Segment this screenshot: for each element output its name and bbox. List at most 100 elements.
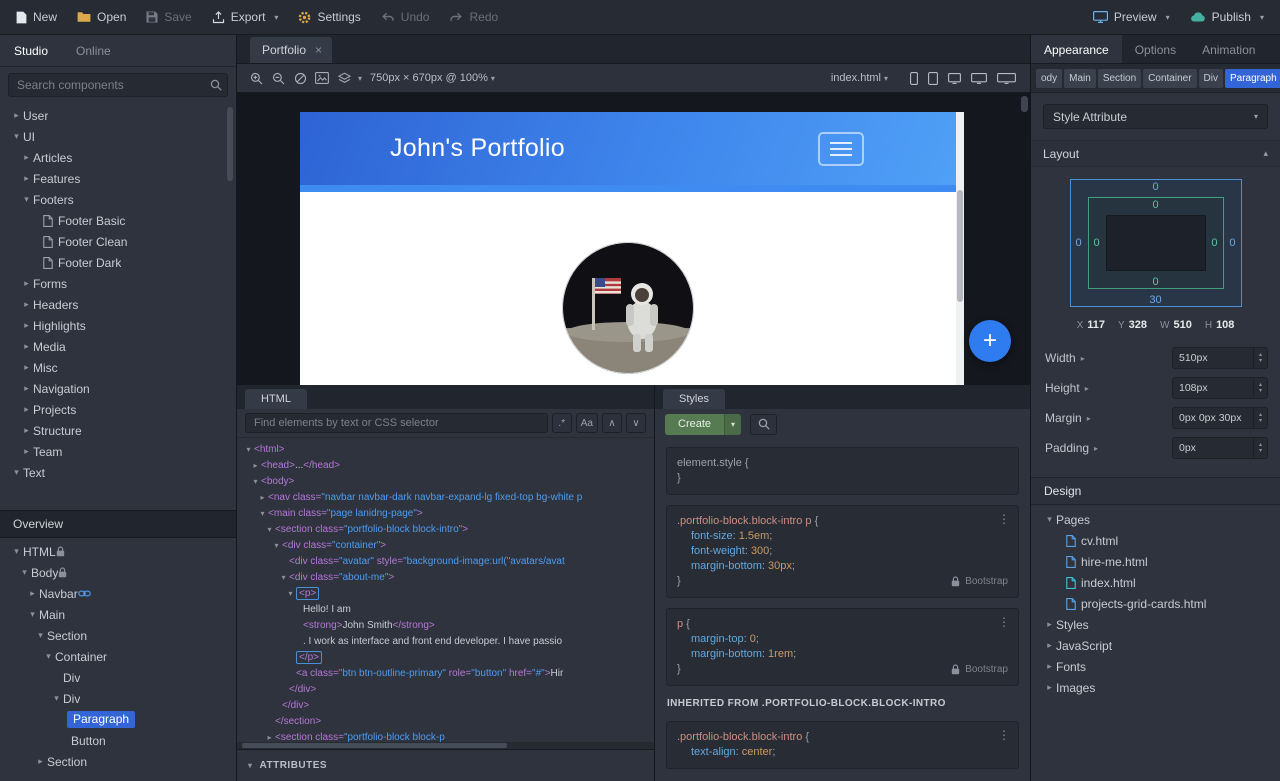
tree-item-features[interactable]: ▸ Features	[0, 168, 236, 189]
publish-button[interactable]: Publish ▾	[1180, 0, 1274, 34]
tree-item-div[interactable]: ▾ Div	[0, 688, 236, 709]
chevron-down-icon[interactable]: ▾	[18, 567, 31, 578]
settings-button[interactable]: Settings	[288, 0, 370, 34]
margin-bottom-value[interactable]: 30	[1071, 294, 1241, 306]
preview-button[interactable]: Preview ▾	[1083, 0, 1180, 34]
create-style-button[interactable]: Create	[665, 413, 725, 435]
chevron-right-icon[interactable]: ▸	[250, 461, 261, 470]
chevron-right-icon[interactable]: ▸	[20, 341, 33, 352]
regex-toggle-button[interactable]: .*	[551, 413, 572, 433]
tree-item-button[interactable]: Button	[0, 730, 236, 751]
css-declaration[interactable]: margin-top: 0;	[677, 632, 1008, 647]
tree-item-hire-me-html[interactable]: hire-me.html	[1031, 551, 1280, 572]
screen-medium-icon[interactable]	[971, 72, 987, 84]
stepper-arrows[interactable]: ▴ ▾	[1253, 378, 1267, 398]
chevron-right-icon[interactable]: ▸	[34, 756, 47, 767]
code-line-19[interactable]: ▸ <section class= "portfolio-block block-p	[237, 729, 654, 743]
stepper-arrows[interactable]: ▴ ▾	[1253, 408, 1267, 428]
tree-item-headers[interactable]: ▸ Headers	[0, 294, 236, 315]
open-file-select[interactable]: index.html ▾	[831, 72, 888, 84]
padding-left-value[interactable]: 0	[1094, 237, 1100, 249]
layout-section-header[interactable]: Layout ▴	[1031, 140, 1280, 167]
tab-styles[interactable]: Styles	[663, 389, 725, 409]
code-hscrollbar[interactable]	[237, 742, 654, 749]
breadcrumb-item-section[interactable]: Section	[1097, 68, 1142, 88]
chevron-right-icon[interactable]: ▸	[1043, 661, 1056, 672]
match-case-button[interactable]: Aa	[575, 413, 598, 433]
tree-item-projects-grid-cards-html[interactable]: projects-grid-cards.html	[1031, 593, 1280, 614]
page-scrollbar[interactable]	[956, 112, 964, 385]
close-tab-icon[interactable]: ×	[315, 43, 322, 57]
tree-item-structure[interactable]: ▸ Structure	[0, 420, 236, 441]
css-declaration[interactable]: margin-bottom: 30px;	[677, 559, 1008, 574]
tree-item-articles[interactable]: ▸ Articles	[0, 147, 236, 168]
tree-item-index-html[interactable]: index.html	[1031, 572, 1280, 593]
tab-online[interactable]: Online	[62, 35, 125, 66]
tree-item-footers[interactable]: ▾ Footers	[0, 189, 236, 210]
open-button[interactable]: Open	[67, 0, 136, 34]
chevron-right-icon[interactable]: ▸	[1043, 640, 1056, 651]
tree-item-user[interactable]: ▸ User	[0, 105, 236, 126]
tree-item-html[interactable]: ▾ HTML	[0, 541, 236, 562]
padding-right-value[interactable]: 0	[1211, 237, 1217, 249]
tree-item-body[interactable]: ▾ Body	[0, 562, 236, 583]
code-line-11[interactable]: Hello! I am	[237, 601, 654, 617]
attributes-section-header[interactable]: ▾ ATTRIBUTES	[237, 749, 654, 781]
chevron-right-icon[interactable]: ▸	[20, 425, 33, 436]
chevron-down-icon[interactable]: ▾	[26, 609, 39, 620]
code-line-13[interactable]: . I work as interface and front end deve…	[237, 633, 654, 649]
breadcrumb-item-main[interactable]: Main	[1064, 68, 1096, 88]
chevron-right-icon[interactable]: ▸	[20, 320, 33, 331]
chevron-down-icon[interactable]: ▾	[257, 509, 268, 518]
tree-item-projects[interactable]: ▸ Projects	[0, 399, 236, 420]
tree-item-footer-clean[interactable]: Footer Clean	[0, 231, 236, 252]
code-line-18[interactable]: </section>	[237, 713, 654, 729]
chevron-down-icon[interactable]: ▾	[358, 74, 362, 83]
new-button[interactable]: New	[6, 0, 67, 34]
page-title[interactable]: John's Portfolio	[390, 134, 565, 163]
tree-item-styles[interactable]: ▸ Styles	[1031, 614, 1280, 635]
tree-item-javascript[interactable]: ▸ JavaScript	[1031, 635, 1280, 656]
chevron-down-icon[interactable]: ▾	[42, 651, 55, 662]
hamburger-menu-icon[interactable]	[818, 131, 864, 166]
margin-input[interactable]: 0px 0px 30px ▴ ▾	[1172, 407, 1268, 429]
chevron-down-icon[interactable]: ▾	[10, 467, 23, 478]
next-match-button[interactable]: ∨	[626, 413, 646, 433]
search-components-input[interactable]	[8, 73, 228, 97]
code-line-1[interactable]: ▾ <html>	[237, 441, 654, 457]
margin-left-value[interactable]: 0	[1076, 237, 1082, 249]
tree-item-navbar[interactable]: ▸ Navbar	[0, 583, 236, 604]
chevron-right-icon[interactable]: ▸	[20, 278, 33, 289]
tree-item-div[interactable]: Div	[0, 667, 236, 688]
tree-item-main[interactable]: ▾ Main	[0, 604, 236, 625]
chevron-right-icon[interactable]: ▸	[26, 588, 39, 599]
tree-item-section[interactable]: ▸ Section	[0, 751, 236, 772]
chevron-right-icon[interactable]: ▸	[264, 733, 275, 742]
tree-item-footer-dark[interactable]: Footer Dark	[0, 252, 236, 273]
scrollbar-thumb[interactable]	[957, 190, 963, 302]
find-elements-input[interactable]	[245, 413, 548, 433]
previous-match-button[interactable]: ∧	[602, 413, 622, 433]
chevron-right-icon[interactable]: ▸	[1085, 384, 1089, 393]
chevron-right-icon[interactable]: ▸	[1043, 682, 1056, 693]
layers-icon[interactable]	[333, 68, 355, 88]
padding-top-value[interactable]: 0	[1089, 199, 1223, 211]
chevron-right-icon[interactable]: ▸	[257, 493, 268, 502]
collapse-icon[interactable]: ▴	[1263, 148, 1268, 159]
tab-studio[interactable]: Studio	[0, 35, 62, 66]
chevron-right-icon[interactable]: ▸	[10, 110, 23, 121]
canvas-size-select[interactable]: 750px × 670px @ 100% ▾	[370, 72, 495, 84]
tree-item-media[interactable]: ▸ Media	[0, 336, 236, 357]
page-navbar[interactable]: John's Portfolio	[300, 112, 956, 192]
tree-item-highlights[interactable]: ▸ Highlights	[0, 315, 236, 336]
code-line-17[interactable]: </div>	[237, 697, 654, 713]
chevron-right-icon[interactable]: ▸	[1081, 354, 1085, 363]
zoom-out-icon[interactable]	[267, 68, 289, 88]
code-line-4[interactable]: ▸ <nav class= "navbar navbar-dark navbar-e…	[237, 489, 654, 505]
stepper-arrows[interactable]: ▴ ▾	[1253, 438, 1267, 458]
tree-item-text[interactable]: ▾ Text	[0, 462, 236, 483]
padding-bottom-value[interactable]: 0	[1089, 276, 1223, 288]
spin-down-icon[interactable]: ▾	[1259, 418, 1262, 424]
code-line-5[interactable]: ▾ <main class= "page lanidng-page" >	[237, 505, 654, 521]
tree-item-team[interactable]: ▸ Team	[0, 441, 236, 462]
